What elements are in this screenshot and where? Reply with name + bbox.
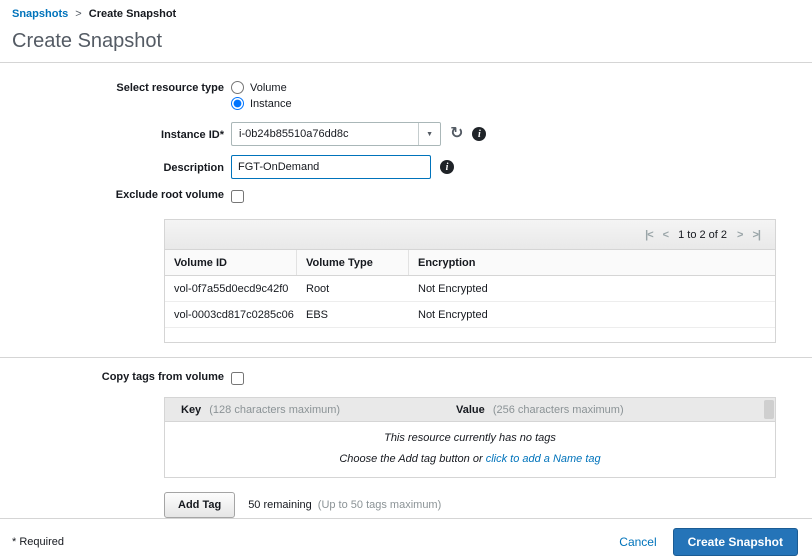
resource-type-radio-group: Volume Instance [231,81,292,113]
copy-tags-checkbox[interactable] [231,372,244,385]
resource-type-instance-option[interactable]: Instance [231,97,292,110]
pagination: |< < 1 to 2 of 2 > >| [640,229,765,241]
copy-tags-row: Copy tags from volume [12,370,800,385]
tags-max-hint: (Up to 50 tags maximum) [318,499,441,511]
column-header-encryption[interactable]: Encryption [409,250,775,275]
instance-id-row: Instance ID* i-0b24b85510a76dd8c ▼ ↻ i [12,122,800,146]
cancel-button[interactable]: Cancel [619,535,656,549]
instance-id-select[interactable]: i-0b24b85510a76dd8c ▼ [231,122,441,146]
info-icon[interactable]: i [440,160,454,174]
value-header-hint: (256 characters maximum) [493,404,624,416]
resource-type-label: Select resource type [12,81,224,94]
volume-id-cell: vol-0003cd817c0285c06 [165,309,297,321]
key-header-label: Key [181,404,201,416]
tags-table-body: This resource currently has no tags Choo… [165,422,775,477]
last-page-icon[interactable]: >| [752,229,760,241]
volume-radio[interactable] [231,81,244,94]
value-column-header: Value (256 characters maximum) [456,404,775,416]
tags-table: Key (128 characters maximum) Value (256 … [164,397,776,478]
pagination-text: 1 to 2 of 2 [678,229,727,241]
value-header-label: Value [456,404,485,416]
volume-radio-label: Volume [250,82,287,94]
volume-id-cell: vol-0f7a55d0ecd9c42f0 [165,283,297,295]
table-row[interactable]: vol-0f7a55d0ecd9c42f0 Root Not Encrypted [165,276,775,302]
copy-tags-label: Copy tags from volume [12,370,224,383]
instance-id-label: Instance ID* [12,128,224,141]
instance-radio-label: Instance [250,98,292,110]
add-name-tag-link[interactable]: click to add a Name tag [486,453,601,465]
section-divider [0,357,812,358]
encryption-cell: Not Encrypted [409,283,775,295]
volume-type-cell: Root [297,283,409,295]
tags-remaining-count: 50 remaining [248,499,312,511]
column-header-volume-type[interactable]: Volume Type [297,250,409,275]
volumes-table-filler [165,328,775,342]
resource-type-volume-option[interactable]: Volume [231,81,292,94]
add-tag-button[interactable]: Add Tag [164,492,235,518]
tags-table-header: Key (128 characters maximum) Value (256 … [165,398,775,422]
footer: * Required Cancel Create Snapshot [0,518,812,556]
exclude-root-volume-checkbox[interactable] [231,190,244,203]
volumes-table-header: Volume ID Volume Type Encryption [165,250,775,276]
tags-table-scrollbar[interactable] [764,400,774,419]
exclude-root-volume-row: Exclude root volume [12,188,800,203]
volume-type-cell: EBS [297,309,409,321]
description-row: Description i [12,155,800,179]
required-note: * Required [12,536,64,548]
page-title: Create Snapshot [12,30,800,53]
add-tag-hint-text: Choose the Add tag button or [339,453,485,465]
add-tag-row: Add Tag 50 remaining (Up to 50 tags maxi… [164,492,800,518]
volumes-table: |< < 1 to 2 of 2 > >| Volume ID Volume T… [164,219,776,343]
footer-actions: Cancel Create Snapshot [619,528,798,556]
create-snapshot-form: Select resource type Volume Instance Ins… [12,63,800,518]
chevron-down-icon: ▼ [418,123,440,145]
refresh-icon[interactable]: ↻ [450,126,463,142]
no-tags-message: This resource currently has no tags [165,432,775,444]
prev-page-icon[interactable]: < [663,229,668,241]
volumes-table-toolbar: |< < 1 to 2 of 2 > >| [165,220,775,250]
resource-type-row: Select resource type Volume Instance [12,81,800,113]
key-header-hint: (128 characters maximum) [209,404,340,416]
breadcrumb-current: Create Snapshot [89,8,176,20]
first-page-icon[interactable]: |< [645,229,653,241]
breadcrumb-snapshots-link[interactable]: Snapshots [12,8,68,20]
column-header-volume-id[interactable]: Volume ID [165,250,297,275]
instance-id-value: i-0b24b85510a76dd8c [239,128,349,140]
exclude-root-volume-label: Exclude root volume [12,188,224,201]
key-column-header: Key (128 characters maximum) [165,404,456,416]
description-label: Description [12,161,224,174]
breadcrumb-separator: > [75,8,81,20]
instance-radio[interactable] [231,97,244,110]
next-page-icon[interactable]: > [737,229,742,241]
table-row[interactable]: vol-0003cd817c0285c06 EBS Not Encrypted [165,302,775,328]
description-input[interactable] [231,155,431,179]
info-icon[interactable]: i [472,127,486,141]
create-snapshot-page: Snapshots > Create Snapshot Create Snaps… [0,0,812,528]
create-snapshot-button[interactable]: Create Snapshot [673,528,798,556]
add-tag-hint: Choose the Add tag button or click to ad… [165,453,775,465]
breadcrumb: Snapshots > Create Snapshot [12,8,800,20]
encryption-cell: Not Encrypted [409,309,775,321]
